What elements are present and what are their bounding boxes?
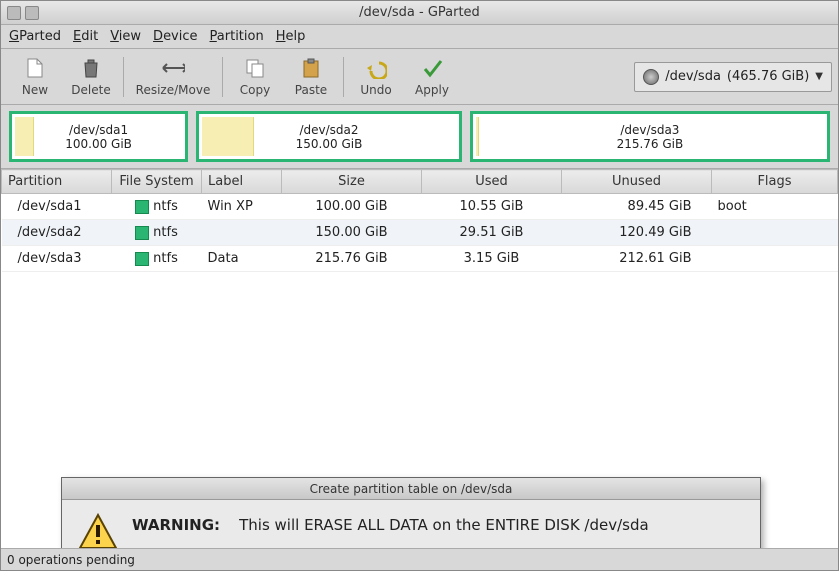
menu-partition[interactable]: Partition (210, 29, 264, 44)
col-partition[interactable]: Partition (2, 170, 112, 194)
cell-size: 100.00 GiB (282, 194, 422, 220)
main-window: /dev/sda - GParted GParted Edit View Dev… (0, 0, 839, 571)
warning-prefix: WARNING: (132, 516, 220, 534)
partition-table: Partition File System Label Size Used Un… (1, 169, 838, 272)
undo-label: Undo (360, 83, 391, 97)
map-partition-name: /dev/sda2 (296, 123, 363, 137)
cell-partition: /dev/sda3 (2, 246, 112, 272)
new-icon (23, 56, 47, 80)
table-row[interactable]: /dev/sda2ntfs 150.00 GiB29.51 GiB120.49 G… (2, 220, 838, 246)
disk-map: /dev/sda1100.00 GiB/dev/sda2150.00 GiB/d… (1, 105, 838, 169)
undo-icon (364, 56, 388, 80)
col-unused[interactable]: Unused (562, 170, 712, 194)
trash-icon (79, 56, 103, 80)
disk-map-partition[interactable]: /dev/sda3215.76 GiB (470, 111, 830, 162)
map-partition-size: 100.00 GiB (65, 137, 132, 151)
cell-label (202, 220, 282, 246)
resize-icon (161, 56, 185, 80)
table-header-row: Partition File System Label Size Used Un… (2, 170, 838, 194)
cell-used: 10.55 GiB (422, 194, 562, 220)
resize-button[interactable]: Resize/Move (128, 52, 218, 102)
paste-label: Paste (295, 83, 327, 97)
cell-used: 3.15 GiB (422, 246, 562, 272)
window-title: /dev/sda - GParted (1, 5, 838, 20)
chevron-down-icon: ▼ (815, 71, 823, 82)
cell-size: 215.76 GiB (282, 246, 422, 272)
used-fill (15, 117, 34, 156)
fs-color-swatch (135, 252, 149, 266)
cell-used: 29.51 GiB (422, 220, 562, 246)
titlebar: /dev/sda - GParted (1, 1, 838, 25)
disk-selector-size: (465.76 GiB) (727, 69, 809, 84)
apply-icon (420, 56, 444, 80)
dialog-titlebar: Create partition table on /dev/sda (62, 478, 760, 500)
col-size[interactable]: Size (282, 170, 422, 194)
disk-selector[interactable]: /dev/sda (465.76 GiB) ▼ (634, 62, 832, 92)
map-partition-size: 215.76 GiB (617, 137, 684, 151)
cell-unused: 212.61 GiB (562, 246, 712, 272)
table-row[interactable]: /dev/sda3ntfsData215.76 GiB3.15 GiB212.6… (2, 246, 838, 272)
cell-partition: /dev/sda2 (2, 220, 112, 246)
cell-label: Win XP (202, 194, 282, 220)
warning-text: WARNING: This will ERASE ALL DATA on the… (132, 516, 744, 534)
warning-icon (78, 512, 118, 548)
separator (123, 57, 124, 97)
cell-flags (712, 220, 838, 246)
new-label: New (22, 83, 48, 97)
col-flags[interactable]: Flags (712, 170, 838, 194)
table-row[interactable]: /dev/sda1ntfsWin XP100.00 GiB10.55 GiB89… (2, 194, 838, 220)
map-partition-size: 150.00 GiB (296, 137, 363, 151)
separator (343, 57, 344, 97)
copy-icon (243, 56, 267, 80)
menu-view[interactable]: View (110, 29, 141, 44)
col-filesystem[interactable]: File System (112, 170, 202, 194)
cell-flags (712, 246, 838, 272)
statusbar: 0 operations pending (1, 548, 838, 570)
menu-edit[interactable]: Edit (73, 29, 98, 44)
cell-unused: 120.49 GiB (562, 220, 712, 246)
cell-filesystem: ntfs (112, 194, 202, 220)
delete-button[interactable]: Delete (63, 52, 119, 102)
delete-label: Delete (71, 83, 110, 97)
fs-color-swatch (135, 226, 149, 240)
cell-partition: /dev/sda1 (2, 194, 112, 220)
menubar: GParted Edit View Device Partition Help (1, 25, 838, 49)
cell-unused: 89.45 GiB (562, 194, 712, 220)
disk-map-partition[interactable]: /dev/sda2150.00 GiB (196, 111, 462, 162)
used-fill (476, 117, 480, 156)
disk-selector-name: /dev/sda (665, 69, 721, 84)
map-partition-name: /dev/sda3 (617, 123, 684, 137)
disk-map-partition[interactable]: /dev/sda1100.00 GiB (9, 111, 188, 162)
used-fill (202, 117, 254, 156)
menu-device[interactable]: Device (153, 29, 197, 44)
paste-button[interactable]: Paste (283, 52, 339, 102)
toolbar: New Delete Resize/Move Copy Paste (1, 49, 838, 105)
undo-button[interactable]: Undo (348, 52, 404, 102)
warning-body: This will ERASE ALL DATA on the ENTIRE D… (239, 516, 649, 534)
disk-icon (643, 69, 659, 85)
dialog-title: Create partition table on /dev/sda (62, 482, 760, 496)
status-text: 0 operations pending (7, 553, 135, 567)
separator (222, 57, 223, 97)
new-button[interactable]: New (7, 52, 63, 102)
fs-color-swatch (135, 200, 149, 214)
create-partition-table-dialog: Create partition table on /dev/sda WARNI… (61, 477, 761, 548)
cell-flags: boot (712, 194, 838, 220)
menu-gparted[interactable]: GParted (9, 29, 61, 44)
copy-button[interactable]: Copy (227, 52, 283, 102)
apply-button[interactable]: Apply (404, 52, 460, 102)
cell-label: Data (202, 246, 282, 272)
cell-filesystem: ntfs (112, 246, 202, 272)
paste-icon (299, 56, 323, 80)
partition-table-area: Partition File System Label Size Used Un… (1, 169, 838, 548)
apply-label: Apply (415, 83, 449, 97)
cell-size: 150.00 GiB (282, 220, 422, 246)
map-partition-name: /dev/sda1 (65, 123, 132, 137)
copy-label: Copy (240, 83, 270, 97)
cell-filesystem: ntfs (112, 220, 202, 246)
menu-help[interactable]: Help (276, 29, 306, 44)
col-label[interactable]: Label (202, 170, 282, 194)
col-used[interactable]: Used (422, 170, 562, 194)
resize-label: Resize/Move (136, 83, 211, 97)
